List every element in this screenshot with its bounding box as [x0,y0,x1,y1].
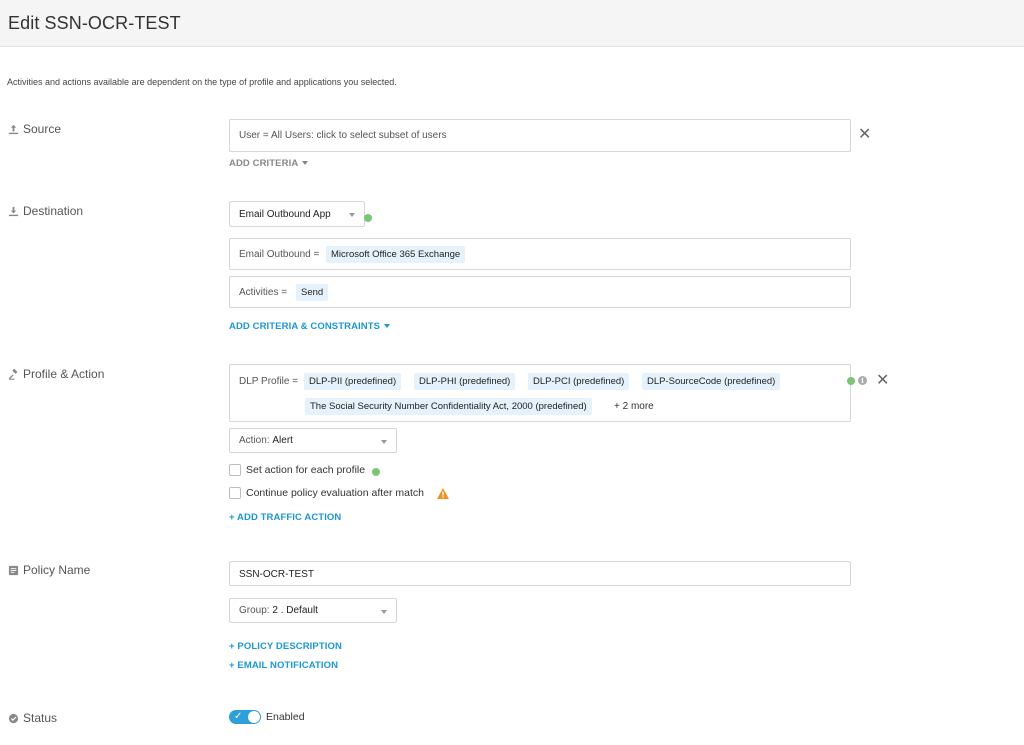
email-outbound-chip[interactable]: Microsoft Office 365 Exchange [326,246,466,263]
continue-evaluation-label: Continue policy evaluation after match [246,487,425,499]
status-dot-icon [372,468,380,476]
policy-name-value: SSN-OCR-TEST [239,569,314,580]
source-close-icon[interactable]: ✕ [858,127,871,143]
add-traffic-action-link[interactable]: + ADD TRAFFIC ACTION [229,512,341,523]
destination-label: Destination [23,204,84,218]
dlp-profile-chip[interactable]: The Social Security Number Confidentiali… [305,398,592,415]
action-select[interactable]: Action: Alert [229,428,397,453]
dlp-profile-chip[interactable]: DLP-PHI (predefined) [414,373,516,390]
info-icon[interactable]: i [858,376,867,385]
dlp-profile-key: DLP Profile = [239,376,299,387]
user-field-text: User = All Users: click to select subset… [239,130,447,141]
status-dot-icon [364,214,372,222]
action-key: Action: [239,435,270,446]
group-key: Group: [239,605,270,616]
status-section-label: Status [8,711,57,725]
download-icon [8,206,19,216]
document-icon [8,565,19,575]
activities-field[interactable]: Activities = Send [229,276,851,308]
status-toggle[interactable]: ✓ [229,710,261,724]
policy-name-input[interactable]: SSN-OCR-TEST [229,561,851,586]
warning-icon [437,488,449,499]
dlp-profile-field[interactable]: DLP Profile = DLP-PII (predefined) DLP-P… [229,364,851,422]
toggle-knob [248,711,260,723]
source-add-criteria-link[interactable]: ADD CRITERIA [229,158,309,169]
dlp-profile-chip[interactable]: DLP-SourceCode (predefined) [642,373,781,390]
add-policy-description-link[interactable]: + POLICY DESCRIPTION [229,641,342,652]
continue-evaluation-checkbox[interactable] [229,487,241,499]
status-dot-icon [847,377,855,385]
group-value: 2 . Default [272,605,318,616]
chevron-down-icon [349,213,355,217]
source-add-criteria-label: ADD CRITERIA [229,158,299,169]
more-profiles-link[interactable]: + 2 more [614,401,654,412]
check-icon: ✓ [234,711,243,722]
user-field[interactable]: User = All Users: click to select subset… [229,119,851,152]
app-select[interactable]: Email Outbound App [229,201,365,227]
chevron-down-icon [384,324,391,329]
page-header: Edit SSN-OCR-TEST [0,0,1024,47]
set-action-checkbox[interactable] [229,464,241,476]
email-outbound-field[interactable]: Email Outbound = Microsoft Office 365 Ex… [229,238,851,270]
dlp-profile-chip[interactable]: DLP-PCI (predefined) [528,373,630,390]
set-action-label: Set action for each profile [246,464,366,476]
group-select[interactable]: Group: 2 . Default [229,598,397,623]
source-section-label: Source [8,122,61,136]
upload-icon [8,124,19,134]
source-label: Source [23,122,62,136]
destination-add-criteria-link[interactable]: ADD CRITERIA & CONSTRAINTS [229,321,391,332]
status-label: Status [23,711,58,725]
destination-add-criteria-label: ADD CRITERIA & CONSTRAINTS [229,321,381,332]
profile-action-label: Profile & Action [23,367,105,381]
chevron-down-icon [302,161,309,166]
action-value: Alert [272,435,293,446]
email-outbound-key: Email Outbound = [239,249,320,260]
check-circle-icon [8,713,19,723]
page-title: Edit SSN-OCR-TEST [8,13,181,33]
destination-section-label: Destination [8,204,83,218]
policy-name-label: Policy Name [23,563,91,577]
chevron-down-icon [381,439,387,444]
profile-close-icon[interactable]: ✕ [876,373,889,389]
dlp-profile-chip[interactable]: DLP-PII (predefined) [304,373,402,390]
profile-action-section-label: Profile & Action [8,367,104,381]
activities-key: Activities = [239,287,288,298]
page-description: Activities and actions available are dep… [7,77,397,87]
status-toggle-label: Enabled [266,711,305,723]
activities-chip[interactable]: Send [296,284,329,301]
gavel-icon [8,368,18,380]
add-email-notification-link[interactable]: + EMAIL NOTIFICATION [229,660,338,671]
app-select-value: Email Outbound App [239,208,331,220]
policy-name-section-label: Policy Name [8,563,90,577]
chevron-down-icon [381,609,387,614]
